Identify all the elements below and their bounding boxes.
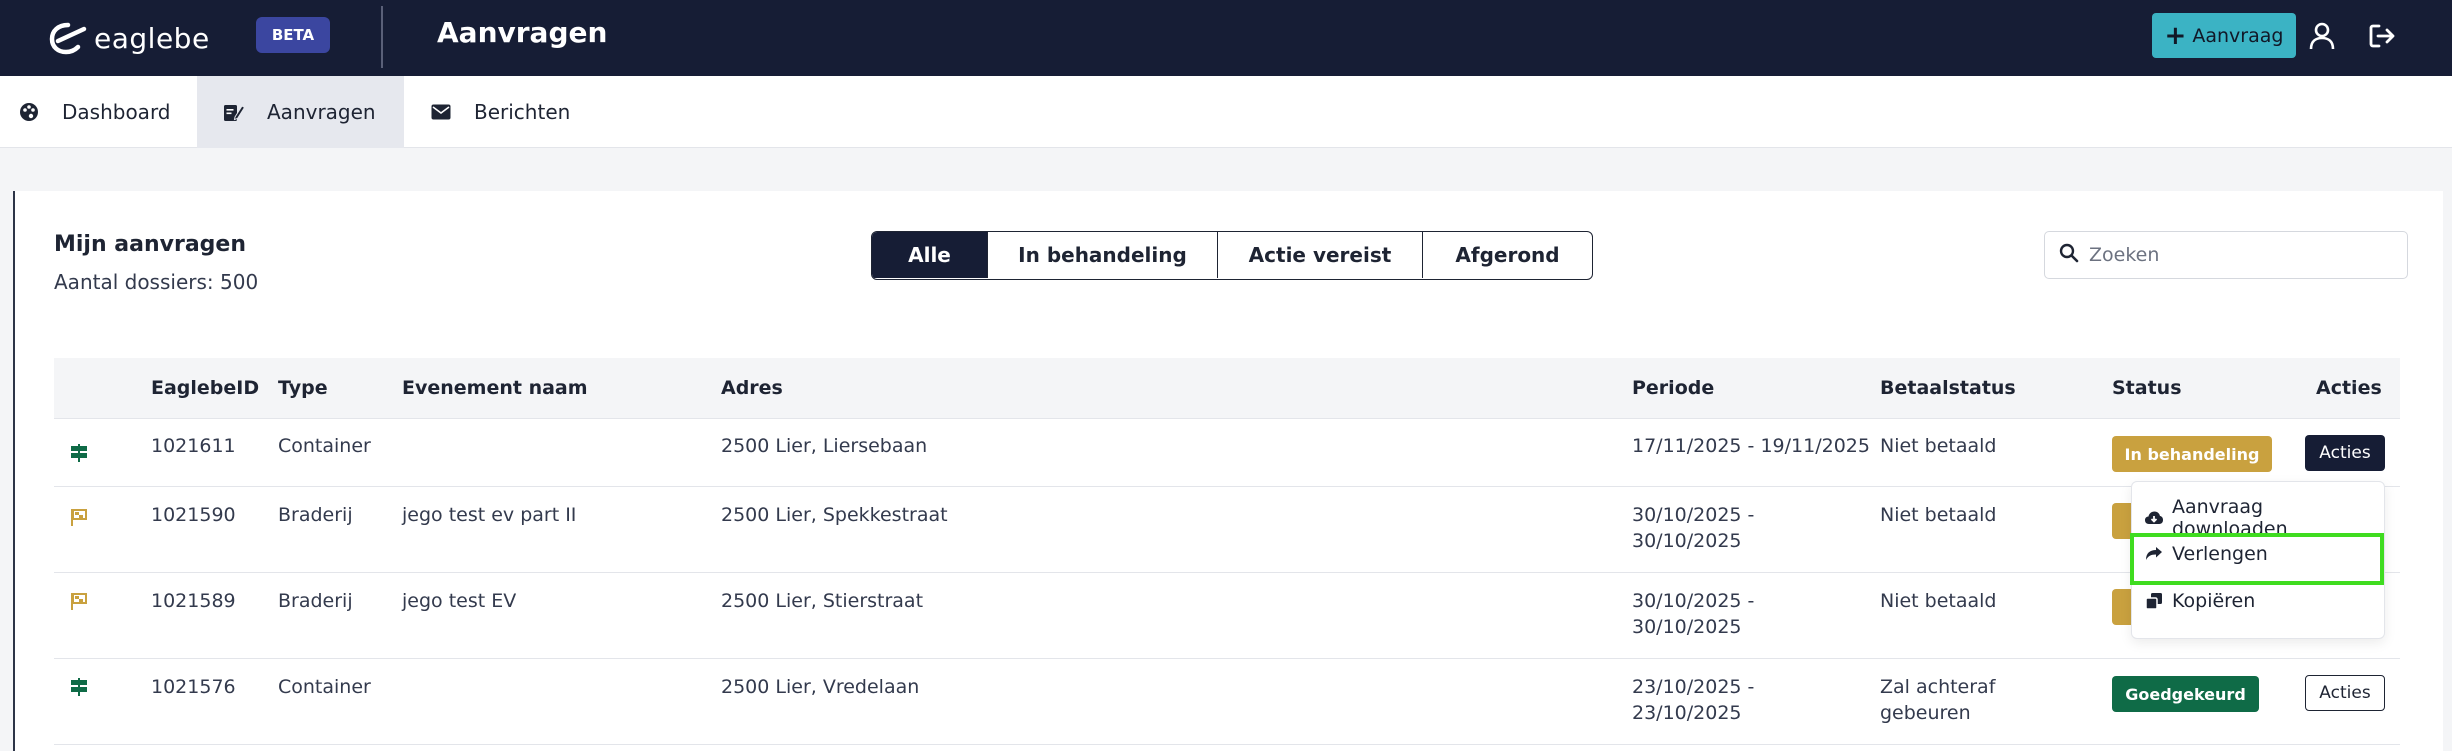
header-divider (381, 6, 383, 68)
filter-in-behandeling[interactable]: In behandeling (987, 232, 1217, 278)
nav-item-aanvragen[interactable]: Aanvragen (197, 76, 404, 148)
palette-icon (18, 101, 40, 123)
cell-payment: Niet betaald (1880, 504, 1997, 526)
beta-badge: BETA (256, 17, 330, 53)
status-badge: Goedgekeurd (2112, 676, 2259, 712)
cell-payment: gebeuren (1880, 702, 1971, 724)
copy-icon (2144, 591, 2164, 611)
nav-item-berichten[interactable]: Berichten (404, 76, 604, 148)
nav-item-dashboard[interactable]: Dashboard (0, 76, 196, 148)
column-header[interactable]: Adres (721, 377, 783, 399)
nav-label: Aanvragen (267, 100, 376, 124)
column-header[interactable]: Betaalstatus (1880, 377, 2016, 399)
search-icon (2059, 243, 2079, 267)
cell-type: Braderij (278, 590, 353, 612)
status-badge: In behandeling (2112, 436, 2272, 472)
search-input[interactable] (2089, 244, 2389, 266)
new-request-label: Aanvraag (2192, 24, 2284, 47)
edit-document-icon (223, 101, 245, 123)
filter-actie-vereist[interactable]: Actie vereist (1217, 232, 1422, 278)
signpost-icon (69, 677, 89, 697)
menu-item-kopieren[interactable]: Kopiëren (2144, 590, 2255, 612)
table-header: EaglebeID Type Evenement naam Adres Peri… (54, 358, 2400, 419)
card-title: Mijn aanvragen (54, 232, 247, 257)
cell-type: Container (278, 676, 371, 698)
new-request-button[interactable]: + Aanvraag (2152, 13, 2296, 58)
nav-label: Berichten (474, 100, 571, 124)
cell-period: 30/10/2025 (1632, 616, 1742, 638)
flag-icon (69, 507, 89, 527)
user-icon[interactable] (2304, 18, 2340, 54)
table-row[interactable]: 1021590 Braderij jego test ev part II 25… (54, 487, 2400, 573)
cell-address: 2500 Lier, Vredelaan (721, 676, 920, 698)
signpost-icon (69, 443, 89, 463)
search-box[interactable] (2044, 231, 2408, 279)
dossier-count: Aantal dossiers: 500 (54, 270, 259, 294)
table-row[interactable]: 1021589 Braderij jego test EV 2500 Lier,… (54, 573, 2400, 659)
cell-id: 1021590 (151, 504, 236, 526)
cloud-download-icon (2144, 508, 2164, 528)
logout-icon[interactable] (2364, 18, 2400, 54)
brand-logo[interactable]: eaglebe (48, 18, 210, 58)
filter-afgerond[interactable]: Afgerond (1422, 232, 1592, 278)
plus-icon: + (2164, 20, 2187, 51)
cell-period: 30/10/2025 - (1632, 504, 1755, 526)
cell-address: 2500 Lier, Liersebaan (721, 435, 928, 457)
cell-payment: Niet betaald (1880, 435, 1997, 457)
cell-address: 2500 Lier, Stierstraat (721, 590, 924, 612)
cell-event: jego test ev part II (402, 504, 577, 526)
menu-item-label: Kopiëren (2172, 590, 2256, 612)
column-header[interactable]: Periode (1632, 377, 1714, 399)
cell-id: 1021589 (151, 590, 236, 612)
column-header: Acties (2316, 377, 2382, 399)
cell-event: jego test EV (402, 590, 517, 612)
filter-alle[interactable]: Alle (872, 232, 987, 278)
cell-type: Braderij (278, 504, 353, 526)
actions-button[interactable]: Acties (2305, 675, 2385, 711)
page-title: Aanvragen (437, 16, 608, 49)
column-header[interactable]: Type (278, 377, 328, 399)
table-row[interactable]: 1021611 Container 2500 Lier, Liersebaan … (54, 419, 2400, 487)
eaglebe-logo-icon (48, 18, 88, 58)
cell-period: 17/11/2025 - 19/11/2025 (1632, 435, 1870, 457)
cell-id: 1021576 (151, 676, 236, 698)
logo-text: eaglebe (94, 21, 210, 55)
focus-highlight (2130, 533, 2384, 585)
cell-payment: Niet betaald (1880, 590, 1997, 612)
cell-period: 30/10/2025 (1632, 530, 1742, 552)
cell-id: 1021611 (151, 435, 236, 457)
cell-type: Container (278, 435, 371, 457)
column-header[interactable]: Status (2112, 377, 2182, 399)
column-header[interactable]: Evenement naam (402, 377, 588, 399)
table-row[interactable]: 1021576 Container 2500 Lier, Vredelaan 2… (54, 659, 2400, 745)
main-nav: Dashboard Aanvragen Berichten (0, 76, 2452, 148)
top-bar: eaglebe BETA Aanvragen + Aanvraag (0, 0, 2452, 76)
cell-period: 23/10/2025 (1632, 702, 1742, 724)
nav-label: Dashboard (62, 100, 171, 124)
envelope-icon (430, 101, 452, 123)
cell-address: 2500 Lier, Spekkestraat (721, 504, 948, 526)
flag-icon (69, 591, 89, 611)
status-filter: Alle In behandeling Actie vereist Afgero… (871, 231, 1593, 280)
cell-payment: Zal achteraf (1880, 676, 1996, 698)
actions-button[interactable]: Acties (2305, 435, 2385, 471)
cell-period: 23/10/2025 - (1632, 676, 1755, 698)
column-header[interactable]: EaglebeID (151, 377, 259, 399)
cell-period: 30/10/2025 - (1632, 590, 1755, 612)
